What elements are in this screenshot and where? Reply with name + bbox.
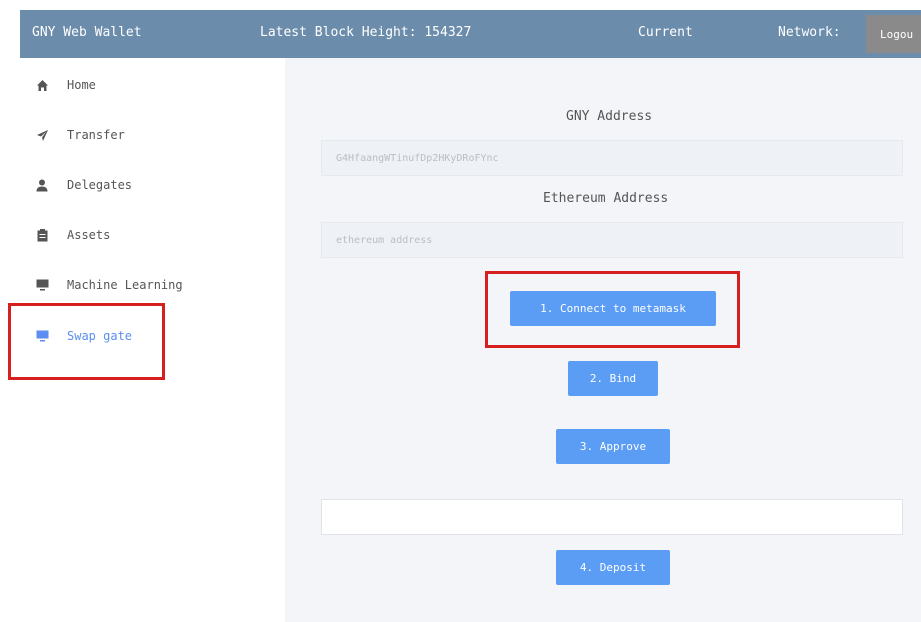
amount-input[interactable] — [321, 499, 903, 535]
deposit-button[interactable]: 4. Deposit — [556, 550, 670, 585]
monitor-icon — [35, 278, 49, 292]
sidebar-item-machine-learning[interactable]: Machine Learning — [35, 273, 183, 297]
top-bar: GNY Web Wallet Latest Block Height: 1543… — [20, 10, 921, 58]
block-height-label: Latest Block Height: 154327 — [260, 25, 472, 40]
sidebar-item-assets[interactable]: Assets — [35, 223, 110, 247]
user-icon — [35, 178, 49, 192]
sidebar-item-label: Home — [67, 78, 96, 92]
connect-button-highlight-box — [485, 271, 740, 348]
sidebar-item-home[interactable]: Home — [35, 73, 96, 97]
network-label: Network: — [778, 25, 841, 40]
app-title: GNY Web Wallet — [32, 25, 142, 40]
gny-address-field[interactable]: G4HfaangWTinufDp2HKyDRoFYnc — [321, 140, 903, 176]
sidebar-item-delegates[interactable]: Delegates — [35, 173, 132, 197]
logout-button[interactable]: Logou — [866, 15, 921, 53]
current-label: Current — [638, 25, 693, 40]
sidebar-item-label: Transfer — [67, 128, 125, 142]
ethereum-address-label: Ethereum Address — [543, 191, 669, 206]
send-icon — [35, 128, 49, 142]
sidebar-item-label: Assets — [67, 228, 111, 242]
swap-gate-highlight-box — [8, 303, 165, 380]
approve-button[interactable]: 3. Approve — [556, 429, 670, 464]
gny-address-label: GNY Address — [566, 109, 653, 124]
sidebar-item-transfer[interactable]: Transfer — [35, 123, 125, 147]
sidebar-item-label: Delegates — [67, 178, 133, 192]
home-icon — [35, 78, 49, 92]
bind-button[interactable]: 2. Bind — [568, 361, 658, 396]
ethereum-address-field[interactable]: ethereum address — [321, 222, 903, 258]
clipboard-icon — [35, 228, 49, 242]
sidebar-item-label: Machine Learning — [67, 278, 183, 292]
